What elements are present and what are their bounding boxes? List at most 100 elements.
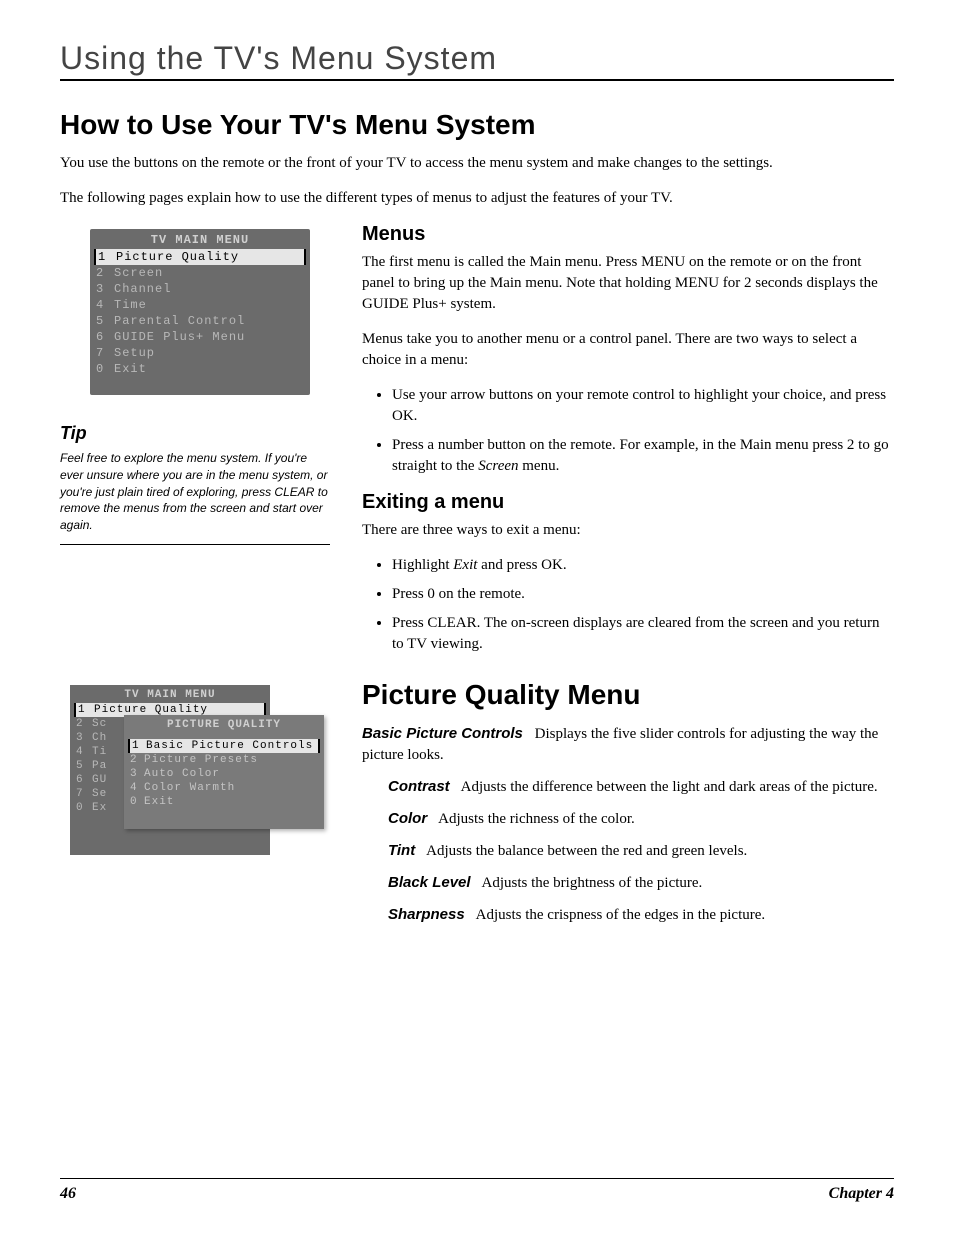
def-color: Color Adjusts the richness of the color. xyxy=(388,808,894,830)
def-term: Tint xyxy=(388,842,415,859)
menu-num: 4 xyxy=(130,782,144,794)
menu-num: 5 xyxy=(96,314,114,328)
menu-item-time: 4 Time xyxy=(90,297,310,313)
menu-label: Pa xyxy=(92,760,114,772)
menu-num: 7 xyxy=(76,788,92,800)
menu-num: 2 xyxy=(130,754,144,766)
menu-label: Sc xyxy=(92,718,114,730)
menus-paragraph-2: Menus take you to another menu or a cont… xyxy=(362,329,894,371)
menu-num: 0 xyxy=(76,802,92,814)
tv-menu-title: TV MAIN MENU xyxy=(70,685,270,703)
exiting-bullet-1: Highlight Exit and press OK. xyxy=(392,555,894,576)
menus-bullet-list: Use your arrow buttons on your remote co… xyxy=(362,385,894,477)
exiting-bullet-list: Highlight Exit and press OK. Press 0 on … xyxy=(362,555,894,655)
section-title-picture-quality: Picture Quality Menu xyxy=(362,679,894,711)
menu-num: 7 xyxy=(96,346,114,360)
submenu-title: PICTURE QUALITY xyxy=(124,715,324,733)
submenu-item-exit: 0 Exit xyxy=(124,795,324,809)
menu-label: Time xyxy=(114,298,147,312)
tip-heading: Tip xyxy=(60,423,330,444)
submenu-item-picture-presets: 2 Picture Presets xyxy=(124,753,324,767)
def-term: Black Level xyxy=(388,874,471,891)
menu-item-channel: 3 Channel xyxy=(90,281,310,297)
intro-paragraph-2: The following pages explain how to use t… xyxy=(60,188,840,209)
menu-label: Parental Control xyxy=(114,314,245,328)
def-term: Basic Picture Controls xyxy=(362,725,523,742)
menus-bullet-1: Use your arrow buttons on your remote co… xyxy=(392,385,894,427)
menu-num: 4 xyxy=(96,298,114,312)
menu-num: 0 xyxy=(96,362,114,376)
def-desc: Adjusts the brightness of the picture. xyxy=(482,875,703,891)
menu-label: GU xyxy=(92,774,114,786)
menu-item-parental-control: 5 Parental Control xyxy=(90,313,310,329)
menu-label: Se xyxy=(92,788,114,800)
menu-label: Auto Color xyxy=(144,768,220,780)
screen-italic: Screen xyxy=(478,458,518,474)
def-desc: Adjusts the crispness of the edges in th… xyxy=(476,907,766,923)
exiting-bullet-3: Press CLEAR. The on-screen displays are … xyxy=(392,613,894,655)
def-contrast: Contrast Adjusts the difference between … xyxy=(388,776,894,798)
menu-label: Basic Picture Controls xyxy=(146,740,313,752)
chapter-label: Chapter 4 xyxy=(829,1185,894,1203)
tv-menu-title: TV MAIN MENU xyxy=(90,229,310,249)
def-term: Sharpness xyxy=(388,906,465,923)
def-desc: Adjusts the difference between the light… xyxy=(461,779,878,795)
menu-item-guide-plus: 6 GUIDE Plus+ Menu xyxy=(90,329,310,345)
bullet-text: menu. xyxy=(519,458,560,474)
submenu-item-auto-color: 3 Auto Color xyxy=(124,767,324,781)
menu-label: Picture Presets xyxy=(144,754,258,766)
menu-num: 1 xyxy=(98,250,116,264)
def-desc: Adjusts the richness of the color. xyxy=(438,811,635,827)
menu-label: Ex xyxy=(92,802,114,814)
picture-quality-submenu: PICTURE QUALITY 1 Basic Picture Controls… xyxy=(124,715,324,829)
menu-num: 4 xyxy=(76,746,92,758)
exiting-bullet-2: Press 0 on the remote. xyxy=(392,584,894,605)
page-footer: 46 Chapter 4 xyxy=(60,1178,894,1203)
menu-num: 6 xyxy=(76,774,92,786)
exit-italic: Exit xyxy=(453,557,477,573)
menu-item-setup: 7 Setup xyxy=(90,345,310,361)
def-term: Contrast xyxy=(388,778,450,795)
menus-heading: Menus xyxy=(362,223,894,246)
def-sharpness: Sharpness Adjusts the crispness of the e… xyxy=(388,904,894,926)
def-black-level: Black Level Adjusts the brightness of th… xyxy=(388,872,894,894)
menus-bullet-2: Press a number button on the remote. For… xyxy=(392,435,894,477)
menu-num: 3 xyxy=(96,282,114,296)
menu-label: GUIDE Plus+ Menu xyxy=(114,330,245,344)
menu-item-exit: 0 Exit xyxy=(90,361,310,377)
menu-num: 1 xyxy=(132,740,146,752)
submenu-item-basic-picture: 1 Basic Picture Controls xyxy=(128,739,320,753)
section-title-how-to: How to Use Your TV's Menu System xyxy=(60,109,894,141)
def-term: Color xyxy=(388,810,427,827)
intro-paragraph-1: You use the buttons on the remote or the… xyxy=(60,153,840,174)
menu-num: 2 xyxy=(76,718,92,730)
exiting-heading: Exiting a menu xyxy=(362,491,894,514)
def-desc: Adjusts the balance between the red and … xyxy=(426,843,747,859)
menu-num: 5 xyxy=(76,760,92,772)
tv-submenu-screenshot: TV MAIN MENU 1 Picture Quality 2 Sc 3 Ch xyxy=(70,685,330,855)
bullet-text: Press a number button on the remote. For… xyxy=(392,437,889,474)
bullet-text: Highlight xyxy=(392,557,453,573)
menu-num: 3 xyxy=(130,768,144,780)
menu-label: Color Warmth xyxy=(144,782,235,794)
menu-label: Ch xyxy=(92,732,114,744)
menu-num: 1 xyxy=(78,704,94,716)
menu-label: Ti xyxy=(92,746,114,758)
menu-num: 3 xyxy=(76,732,92,744)
menu-item-picture-quality: 1 Picture Quality xyxy=(94,249,306,265)
tv-main-menu-screenshot: TV MAIN MENU 1 Picture Quality 2 Screen … xyxy=(90,229,310,395)
menu-num: 6 xyxy=(96,330,114,344)
page-number: 46 xyxy=(60,1185,76,1203)
bullet-text: and press OK. xyxy=(477,557,566,573)
def-tint: Tint Adjusts the balance between the red… xyxy=(388,840,894,862)
menu-label: Screen xyxy=(114,266,163,280)
menu-label: Setup xyxy=(114,346,155,360)
def-basic-picture-controls: Basic Picture Controls Displays the five… xyxy=(362,723,894,766)
menu-label: Picture Quality xyxy=(116,250,239,264)
menu-label: Exit xyxy=(114,362,147,376)
menus-paragraph-1: The first menu is called the Main menu. … xyxy=(362,252,894,315)
chapter-header: Using the TV's Menu System xyxy=(60,40,894,81)
menu-num: 2 xyxy=(96,266,114,280)
menu-label: Channel xyxy=(114,282,171,296)
submenu-item-color-warmth: 4 Color Warmth xyxy=(124,781,324,795)
